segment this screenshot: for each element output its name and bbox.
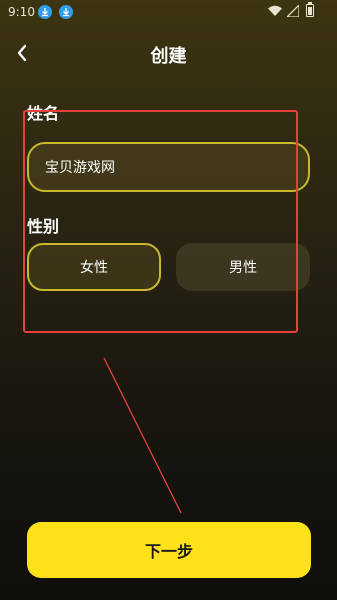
next-button[interactable]: 下一步 (27, 522, 311, 578)
annotation-arrow (103, 357, 182, 514)
next-button-label: 下一步 (144, 542, 193, 561)
